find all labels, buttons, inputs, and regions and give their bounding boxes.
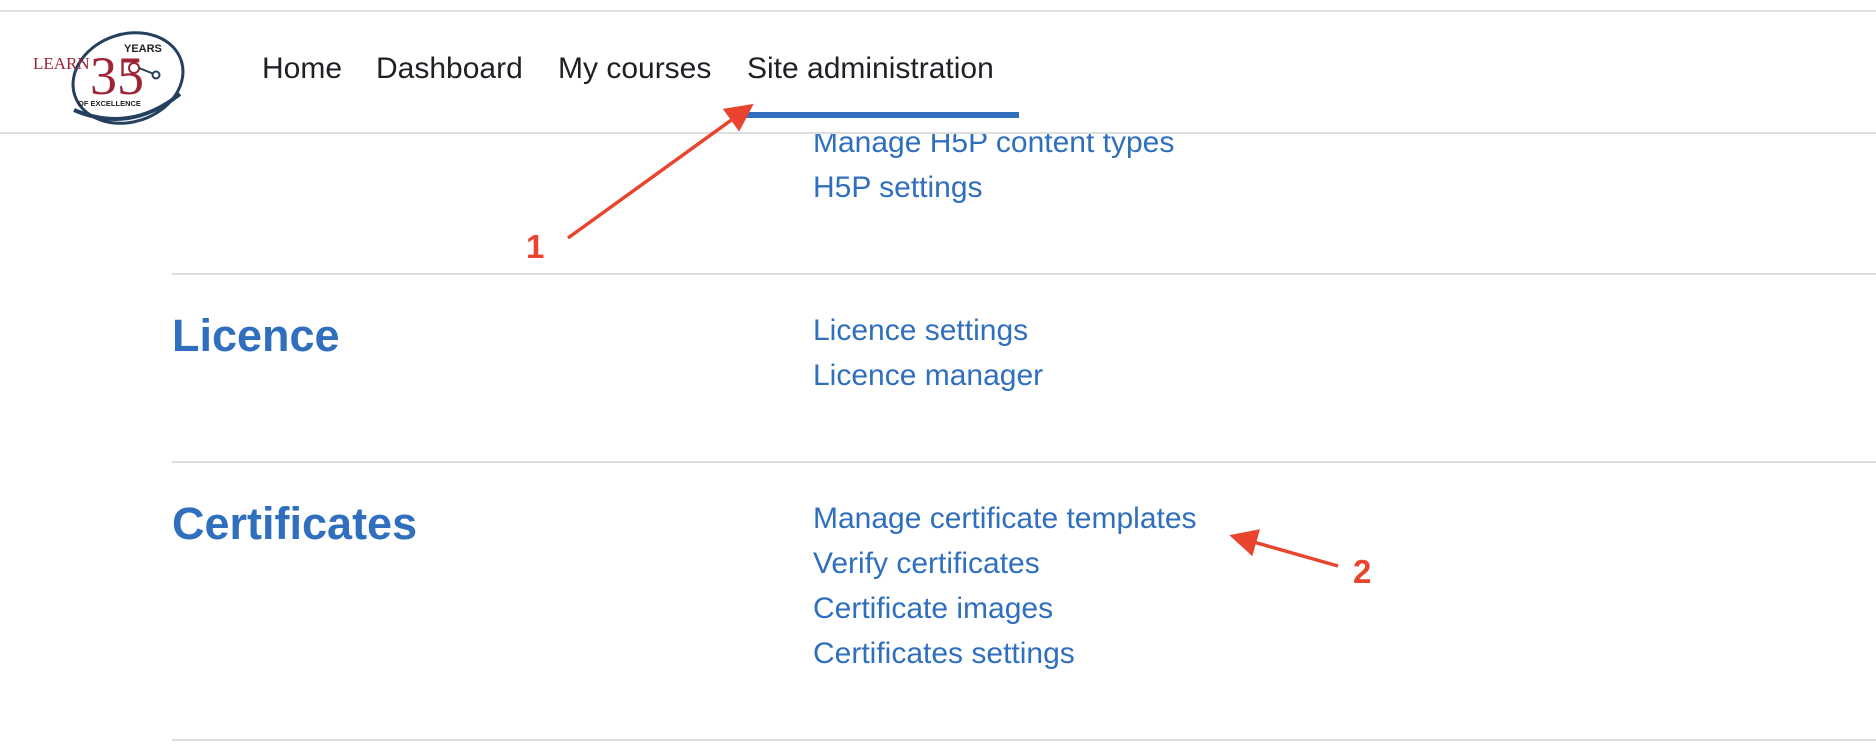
logo-graphic: LEARN 35 YEARS OF EXCELLENCE (33, 31, 185, 125)
section-divider (172, 461, 1876, 463)
logo-number: 35 (90, 46, 144, 106)
nav-site-administration[interactable]: Site administration (747, 52, 994, 86)
logo-years: YEARS (124, 43, 162, 55)
logo-tagline: OF EXCELLENCE (78, 99, 141, 108)
nav-home[interactable]: Home (262, 52, 342, 86)
section-title-licence: Licence (172, 310, 340, 361)
page: Manage H5P content types H5P settings Li… (0, 0, 1876, 756)
link-h5p-settings[interactable]: H5P settings (813, 171, 983, 205)
section-title-certificates: Certificates (172, 498, 418, 549)
section-divider (172, 273, 1876, 275)
link-certificates-settings[interactable]: Certificates settings (813, 637, 1075, 671)
nav-dashboard[interactable]: Dashboard (376, 52, 523, 86)
active-tab-indicator (731, 112, 1019, 118)
link-licence-settings[interactable]: Licence settings (813, 314, 1028, 348)
section-divider (172, 739, 1876, 741)
link-certificate-images[interactable]: Certificate images (813, 592, 1053, 626)
link-licence-manager[interactable]: Licence manager (813, 359, 1043, 393)
logo-word: LEARN (33, 54, 90, 73)
link-verify-certificates[interactable]: Verify certificates (813, 547, 1040, 581)
site-logo[interactable]: LEARN 35 YEARS OF EXCELLENCE (30, 22, 190, 130)
link-manage-certificate-templates[interactable]: Manage certificate templates (813, 502, 1197, 536)
nav-my-courses[interactable]: My courses (558, 52, 711, 86)
